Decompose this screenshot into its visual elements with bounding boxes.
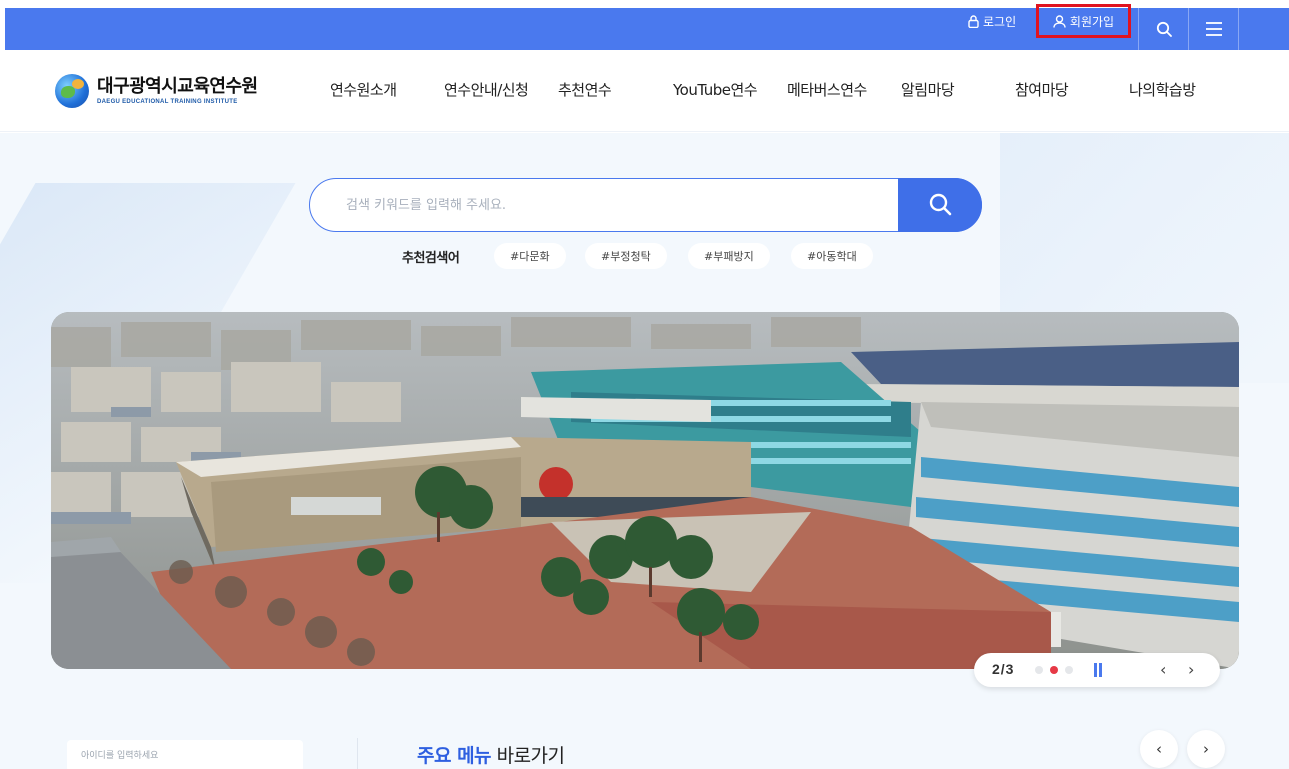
globe-logo-icon xyxy=(55,74,89,108)
logo-subtitle: DAEGU EDUCATIONAL TRAINING INSTITUTE xyxy=(97,98,238,105)
slide-dot[interactable] xyxy=(1065,666,1073,674)
top-menu-button[interactable] xyxy=(1193,8,1235,50)
chevron-left-icon: ‹ xyxy=(1156,740,1162,758)
nav-recommended[interactable]: 추천연수 xyxy=(558,79,612,100)
keyword-tag[interactable]: #부정청탁 xyxy=(585,243,667,269)
user-icon xyxy=(1053,14,1066,28)
join-label: 회원가입 xyxy=(1069,14,1115,29)
login-link[interactable]: 로그인 xyxy=(968,0,1016,42)
main-menu-heading-rest: 바로가기 xyxy=(491,745,565,767)
search-input[interactable] xyxy=(346,179,886,231)
main-slide-image xyxy=(51,312,1239,669)
site-header: 대구광역시교육연수원 DAEGU EDUCATIONAL TRAINING IN… xyxy=(0,50,1289,132)
menu-icon xyxy=(1205,21,1223,37)
main-menu-prev-button[interactable]: ‹ xyxy=(1140,730,1178,768)
top-search-button[interactable] xyxy=(1143,8,1185,50)
nav-training-info[interactable]: 연수안내/신청 xyxy=(444,79,529,100)
pause-icon[interactable] xyxy=(1094,663,1102,677)
section-divider xyxy=(357,738,358,769)
logo-title: 대구광역시교육연수원 xyxy=(97,75,258,97)
separator xyxy=(1188,8,1189,50)
recommended-keywords-label: 추천검색어 xyxy=(402,251,460,266)
nav-youtube[interactable]: YouTube연수 xyxy=(673,79,758,100)
id-input[interactable] xyxy=(67,740,303,769)
slide-dot-active[interactable] xyxy=(1050,666,1058,674)
slide-counter: 2/3 xyxy=(992,661,1015,677)
main-menu-heading-highlight: 주요 메뉴 xyxy=(417,745,492,767)
main-menu-next-button[interactable]: › xyxy=(1187,730,1225,768)
search-icon xyxy=(1156,21,1172,37)
keyword-tag[interactable]: #아동학대 xyxy=(791,243,873,269)
site-logo[interactable]: 대구광역시교육연수원 DAEGU EDUCATIONAL TRAINING IN… xyxy=(55,74,258,108)
slide-next-arrow-icon[interactable]: › xyxy=(1188,660,1194,679)
login-label: 로그인 xyxy=(983,14,1017,29)
nav-notice[interactable]: 알림마당 xyxy=(901,79,955,100)
keyword-tag[interactable]: #부패방지 xyxy=(688,243,770,269)
search-button[interactable] xyxy=(898,178,982,232)
nav-about[interactable]: 연수원소개 xyxy=(330,79,397,100)
slide-prev-arrow-icon[interactable]: ‹ xyxy=(1160,660,1166,679)
nav-my-learning[interactable]: 나의학습방 xyxy=(1129,79,1196,100)
join-link[interactable]: 회원가입 xyxy=(1036,4,1131,38)
slide-dot[interactable] xyxy=(1035,666,1043,674)
separator xyxy=(1138,8,1139,50)
search-icon xyxy=(928,192,952,219)
nav-participation[interactable]: 참여마당 xyxy=(1015,79,1069,100)
slide-pager: 2/3 ‹ › xyxy=(974,653,1220,687)
search-box xyxy=(309,178,982,232)
lock-icon xyxy=(968,14,979,28)
main-menu-heading: 주요 메뉴 바로가기 xyxy=(417,741,565,768)
id-field-wrapper xyxy=(67,740,303,769)
chevron-right-icon: › xyxy=(1203,740,1209,758)
keyword-tag[interactable]: #다문화 xyxy=(494,243,566,269)
separator xyxy=(1238,8,1239,50)
nav-metaverse[interactable]: 메타버스연수 xyxy=(787,79,867,100)
